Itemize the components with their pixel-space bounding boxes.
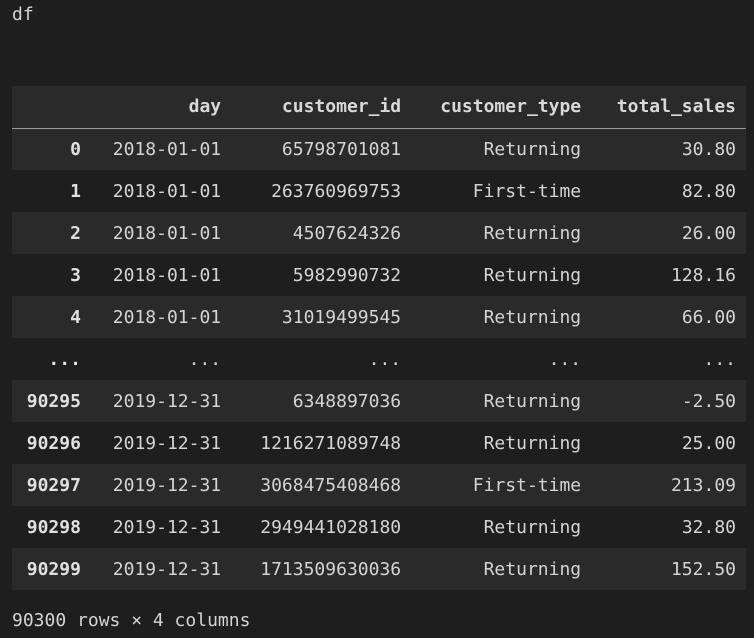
cell-total-sales: ... xyxy=(703,348,736,370)
column-header-customer-type: customer_type xyxy=(440,96,582,118)
row-index: 90297 xyxy=(26,474,81,496)
dataframe-output: day customer_id customer_type total_sale… xyxy=(12,86,746,590)
table-row: 1 2018-01-01 263760969753 First-time 82.… xyxy=(12,170,746,212)
table-header-row: day customer_id customer_type total_sale… xyxy=(12,86,746,128)
row-index: 90298 xyxy=(26,516,81,538)
cell-total-sales: 26.00 xyxy=(681,222,736,244)
cell-customer-type: Returning xyxy=(483,222,582,244)
cell-customer-id: 3068475408468 xyxy=(260,474,402,496)
table-row-ellipsis: ... ... ... ... ... xyxy=(12,338,746,380)
dataframe-table: day customer_id customer_type total_sale… xyxy=(12,86,746,590)
table-row: 0 2018-01-01 65798701081 Returning 30.80 xyxy=(12,128,746,170)
cell-day: 2018-01-01 xyxy=(112,222,222,244)
row-index: 90296 xyxy=(26,432,81,454)
row-index: 0 xyxy=(70,138,81,160)
cell-customer-type: ... xyxy=(548,348,582,370)
cell-customer-type: Returning xyxy=(483,432,582,454)
cell-customer-id: 1713509630036 xyxy=(260,558,402,580)
cell-customer-type: First-time xyxy=(472,474,582,496)
cell-customer-id: 4507624326 xyxy=(292,222,402,244)
row-index: 90299 xyxy=(26,558,81,580)
cell-customer-type: Returning xyxy=(483,516,582,538)
cell-day: 2019-12-31 xyxy=(112,432,222,454)
cell-total-sales: 32.80 xyxy=(681,516,736,538)
cell-day: 2019-12-31 xyxy=(112,390,222,412)
index-header xyxy=(12,86,89,128)
row-index: 2 xyxy=(70,222,81,244)
column-header-total-sales: total_sales xyxy=(616,96,736,118)
cell-day: 2019-12-31 xyxy=(112,558,222,580)
cell-customer-id: 6348897036 xyxy=(292,390,402,412)
table-row: 3 2018-01-01 5982990732 Returning 128.16 xyxy=(12,254,746,296)
table-row: 90297 2019-12-31 3068475408468 First-tim… xyxy=(12,464,746,506)
cell-total-sales: 213.09 xyxy=(670,474,736,496)
cell-customer-type: Returning xyxy=(483,138,582,160)
cell-day: 2018-01-01 xyxy=(112,264,222,286)
cell-day: 2018-01-01 xyxy=(112,306,222,328)
column-header-day: day xyxy=(188,96,222,118)
row-index: 3 xyxy=(70,264,81,286)
table-row: 90298 2019-12-31 2949441028180 Returning… xyxy=(12,506,746,548)
row-index: 4 xyxy=(70,306,81,328)
cell-customer-type: Returning xyxy=(483,306,582,328)
cell-customer-type: Returning xyxy=(483,390,582,412)
cell-day: 2019-12-31 xyxy=(112,474,222,496)
cell-day: 2019-12-31 xyxy=(112,516,222,538)
table-body: 0 2018-01-01 65798701081 Returning 30.80… xyxy=(12,128,746,590)
cell-customer-id: 31019499545 xyxy=(281,306,402,328)
cell-day: ... xyxy=(188,348,222,370)
cell-total-sales: 25.00 xyxy=(681,432,736,454)
cell-customer-id: 65798701081 xyxy=(281,138,402,160)
cell-customer-id: 263760969753 xyxy=(271,180,402,202)
cell-customer-type: Returning xyxy=(483,264,582,286)
column-header-customer-id: customer_id xyxy=(281,96,402,118)
table-row: 4 2018-01-01 31019499545 Returning 66.00 xyxy=(12,296,746,338)
cell-customer-id: 5982990732 xyxy=(292,264,402,286)
cell-day: 2018-01-01 xyxy=(112,180,222,202)
cell-total-sales: -2.50 xyxy=(681,390,736,412)
dataframe-shape-summary: 90300 rows × 4 columns xyxy=(12,610,251,631)
row-index: 1 xyxy=(70,180,81,202)
cell-customer-id: 2949441028180 xyxy=(260,516,402,538)
cell-customer-id: 1216271089748 xyxy=(260,432,402,454)
table-row: 90295 2019-12-31 6348897036 Returning -2… xyxy=(12,380,746,422)
cell-customer-type: Returning xyxy=(483,558,582,580)
cell-input-code: df xyxy=(12,4,34,25)
cell-customer-type: First-time xyxy=(472,180,582,202)
table-row: 90299 2019-12-31 1713509630036 Returning… xyxy=(12,548,746,590)
cell-day: 2018-01-01 xyxy=(112,138,222,160)
cell-total-sales: 30.80 xyxy=(681,138,736,160)
cell-total-sales: 82.80 xyxy=(681,180,736,202)
cell-total-sales: 128.16 xyxy=(670,264,736,286)
row-index: 90295 xyxy=(26,390,81,412)
cell-total-sales: 152.50 xyxy=(670,558,736,580)
cell-total-sales: 66.00 xyxy=(681,306,736,328)
table-row: 2 2018-01-01 4507624326 Returning 26.00 xyxy=(12,212,746,254)
table-row: 90296 2019-12-31 1216271089748 Returning… xyxy=(12,422,746,464)
cell-customer-id: ... xyxy=(368,348,402,370)
row-index: ... xyxy=(48,348,81,370)
